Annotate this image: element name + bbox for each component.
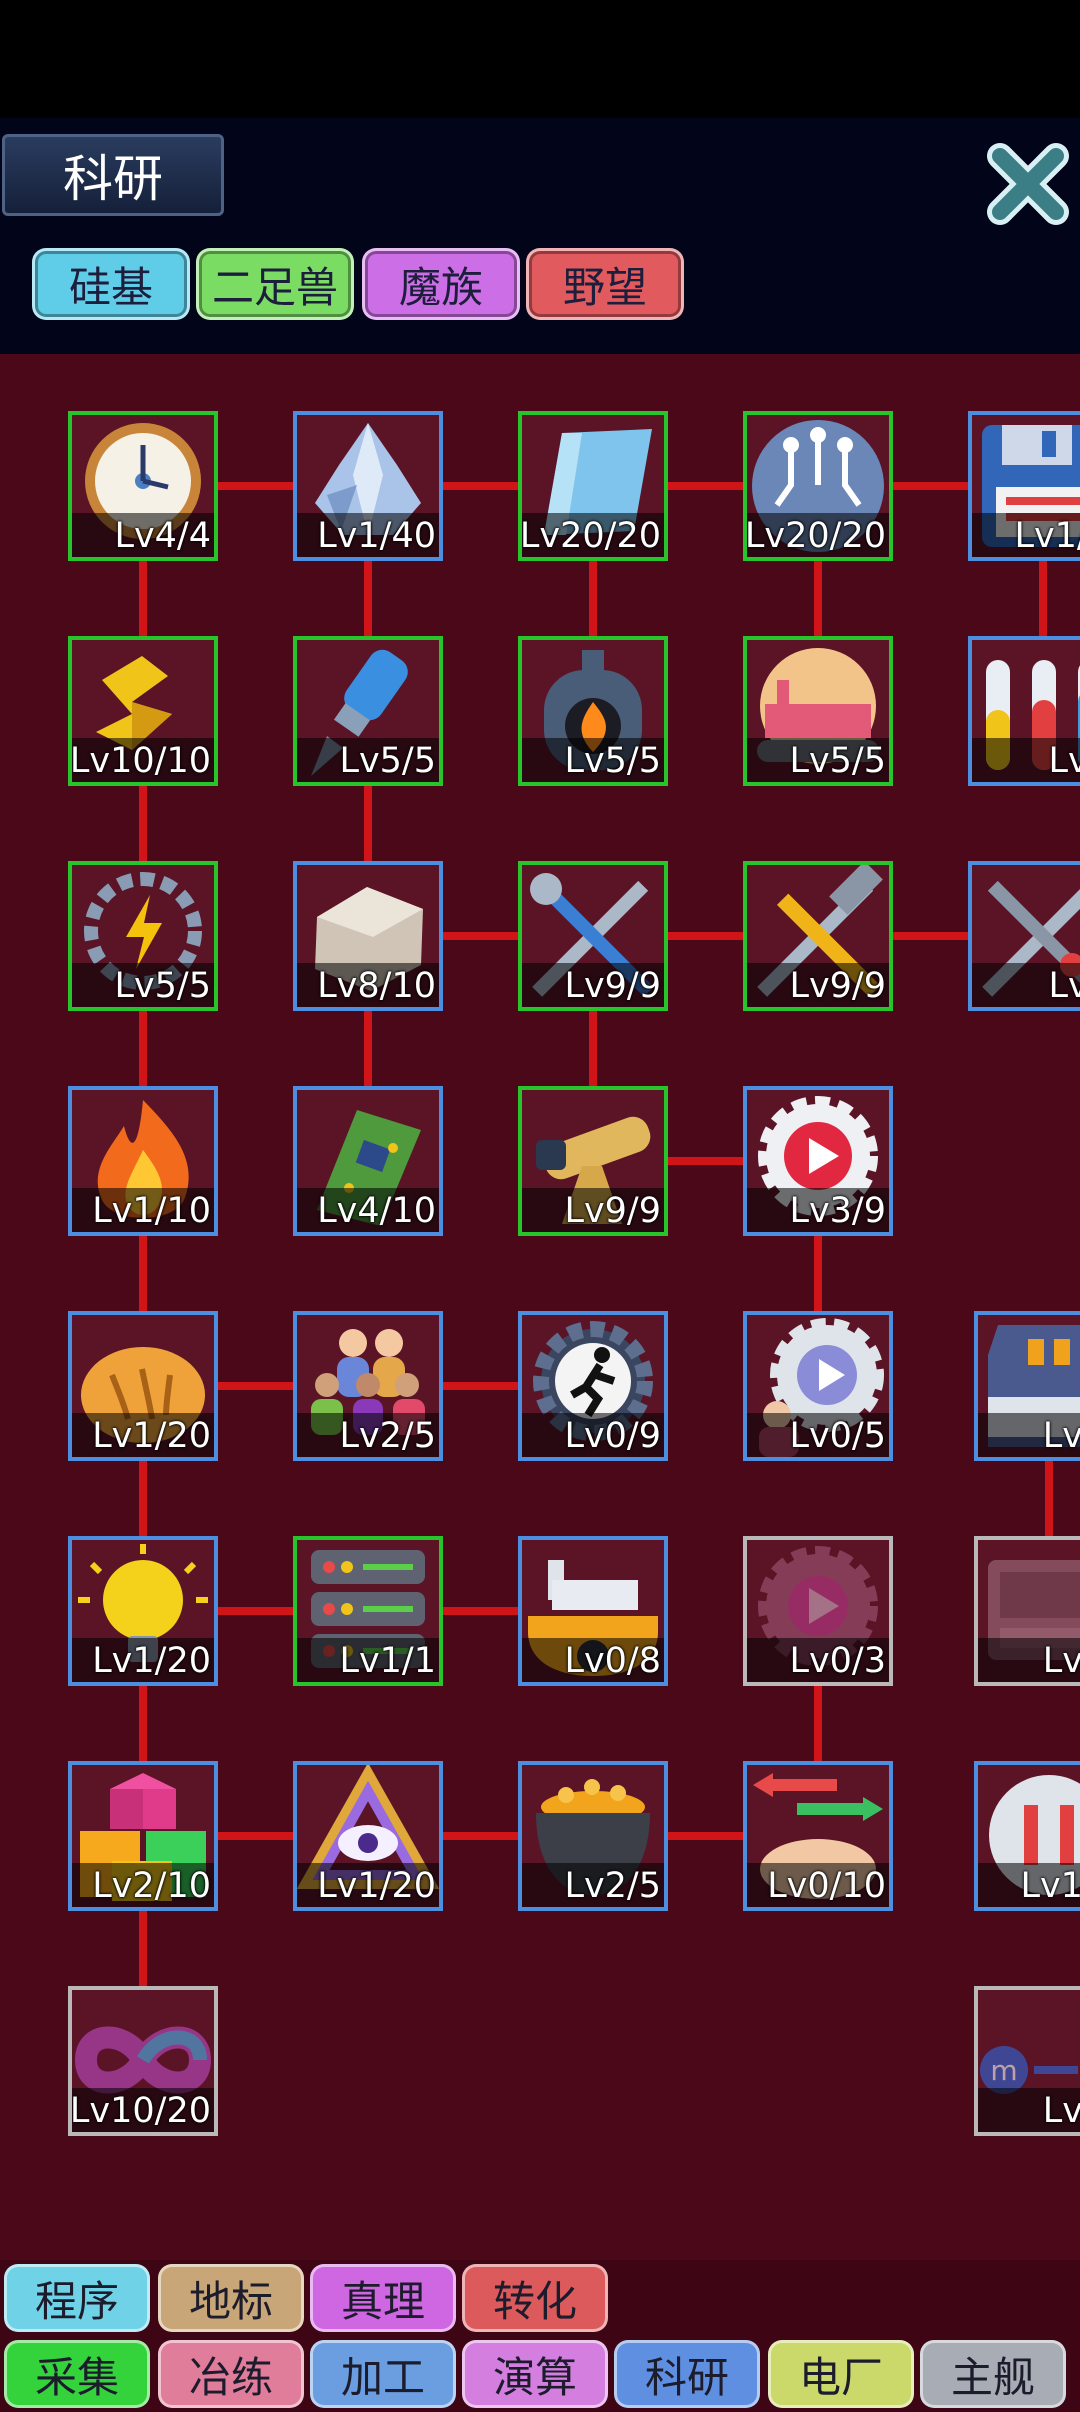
tech-node[interactable]: Lv2/10 [68, 1761, 218, 1911]
level-label: Lv2/5 [564, 1866, 661, 1906]
tech-node[interactable]: Lv1/10 [68, 1086, 218, 1236]
level-label: Lv20/20 [744, 516, 886, 556]
tech-node[interactable]: Lv5/5 [743, 636, 893, 786]
level-label: Lv10/ [1020, 1866, 1080, 1906]
tech-node[interactable]: Lv4/4 [68, 411, 218, 561]
page-title: 科研 [2, 134, 224, 216]
level-label: Lv1/20 [317, 1866, 436, 1906]
tech-tree-area[interactable]: Lv4/4 Lv1/40 Lv20/20 Lv20/20 Lv1/2 Lv10/10 Lv5… [0, 354, 1080, 2260]
tech-node[interactable]: Lv20/20 [518, 411, 668, 561]
tech-node[interactable]: Lv1/20 [68, 1311, 218, 1461]
tech-node[interactable]: Lv8 [968, 861, 1080, 1011]
tech-node[interactable]: Lv1/20 [68, 1536, 218, 1686]
tech-node[interactable]: Lv0/9 [518, 1311, 668, 1461]
tech-node[interactable]: Lv0/5 [743, 1311, 893, 1461]
level-label: Lv0/9 [564, 1416, 661, 1456]
level-label: Lv5/5 [789, 741, 886, 781]
subtab-0[interactable]: 程序 [4, 2264, 150, 2332]
tech-node[interactable]: Lv5/5 [518, 636, 668, 786]
level-label: Lv10/10 [69, 741, 211, 781]
tech-node[interactable]: Lv0/3 [743, 1536, 893, 1686]
tech-node[interactable]: Lv1/2 [968, 411, 1080, 561]
tech-node[interactable]: Lv10/20 [68, 1986, 218, 2136]
tech-node[interactable]: Lv3 [968, 636, 1080, 786]
tab-biped[interactable]: 二足兽 [196, 248, 354, 320]
tech-node[interactable]: Lv9/9 [743, 861, 893, 1011]
tech-node[interactable]: Lv8/10 [293, 861, 443, 1011]
level-label: Lv4/10 [317, 1191, 436, 1231]
level-label: Lv5/5 [339, 741, 436, 781]
level-label: Lv3 [1048, 741, 1080, 781]
level-label: Lv8 [1048, 966, 1080, 1006]
level-label: Lv20/20 [519, 516, 661, 556]
tech-node[interactable]: Lv0/8 [518, 1536, 668, 1686]
level-label: Lv0/3 [789, 1641, 886, 1681]
tech-node[interactable]: Lv5/5 [293, 636, 443, 786]
tech-node[interactable]: Lv9/9 [518, 861, 668, 1011]
status-bar-area [0, 0, 1080, 118]
level-label: Lv1/2 [1014, 516, 1080, 556]
level-label: Lv1/40 [317, 516, 436, 556]
level-label: Lv9/9 [564, 966, 661, 1006]
subtab-2[interactable]: 真理 [310, 2264, 456, 2332]
svg-text:m: m [990, 2054, 1017, 2087]
level-label: Lv5/ [1042, 2091, 1080, 2131]
level-label: Lv0/8 [564, 1641, 661, 1681]
level-label: Lv9/9 [564, 1191, 661, 1231]
level-label: Lv0/ [1042, 1641, 1080, 1681]
level-label: Lv0/10 [767, 1866, 886, 1906]
level-label: Lv4/4 [114, 516, 211, 556]
tech-node[interactable]: Lv20/20 [743, 411, 893, 561]
level-label: Lv1/10 [92, 1191, 211, 1231]
level-label: Lv3/9 [789, 1191, 886, 1231]
level-label: Lv0/5 [789, 1416, 886, 1456]
tab-demon[interactable]: 魔族 [362, 248, 520, 320]
tech-node[interactable]: Lv9/9 [518, 1086, 668, 1236]
bottom-nav: 程序 地标 真理 转化采集 冶练 加工 演算 科研 电厂 主舰 [0, 2260, 1080, 2412]
nav-tab-5[interactable]: 电厂 [768, 2340, 914, 2408]
tech-node[interactable]: Lv0/ [974, 1311, 1080, 1461]
tech-node[interactable]: Lv3/9 [743, 1086, 893, 1236]
tech-node[interactable]: Lv0/ [974, 1536, 1080, 1686]
tech-node[interactable]: Lv10/ [974, 1761, 1080, 1911]
tech-node[interactable]: Lv10/10 [68, 636, 218, 786]
tech-node[interactable]: Lv2/5 [518, 1761, 668, 1911]
tech-node[interactable]: Lv5/5 [68, 861, 218, 1011]
level-label: Lv10/20 [69, 2091, 211, 2131]
level-label: Lv1/1 [339, 1641, 436, 1681]
level-label: Lv1/20 [92, 1416, 211, 1456]
nav-tab-3[interactable]: 演算 [462, 2340, 608, 2408]
level-label: Lv9/9 [789, 966, 886, 1006]
level-label: Lv2/5 [339, 1416, 436, 1456]
level-label: Lv1/20 [92, 1641, 211, 1681]
tab-ambition[interactable]: 野望 [526, 248, 684, 320]
nav-tab-4[interactable]: 科研 [614, 2340, 760, 2408]
level-label: Lv2/10 [92, 1866, 211, 1906]
tech-node[interactable]: Lv1/1 [293, 1536, 443, 1686]
nav-tab-0[interactable]: 采集 [4, 2340, 150, 2408]
subtab-3[interactable]: 转化 [462, 2264, 608, 2332]
close-x-icon[interactable] [984, 140, 1072, 228]
tech-node[interactable]: Lv1/40 [293, 411, 443, 561]
subtab-1[interactable]: 地标 [158, 2264, 304, 2332]
level-label: Lv5/5 [564, 741, 661, 781]
nav-tab-1[interactable]: 冶练 [158, 2340, 304, 2408]
tech-node[interactable]: Lv1/20 [293, 1761, 443, 1911]
nav-tab-2[interactable]: 加工 [310, 2340, 456, 2408]
tech-node[interactable]: m Lv5/ [974, 1986, 1080, 2136]
level-label: Lv5/5 [114, 966, 211, 1006]
tech-node[interactable]: Lv2/5 [293, 1311, 443, 1461]
tab-silicon[interactable]: 硅基 [32, 248, 190, 320]
tech-node[interactable]: Lv0/10 [743, 1761, 893, 1911]
level-label: Lv0/ [1042, 1416, 1080, 1456]
tech-node[interactable]: Lv4/10 [293, 1086, 443, 1236]
level-label: Lv8/10 [317, 966, 436, 1006]
nav-tab-6[interactable]: 主舰 [920, 2340, 1066, 2408]
